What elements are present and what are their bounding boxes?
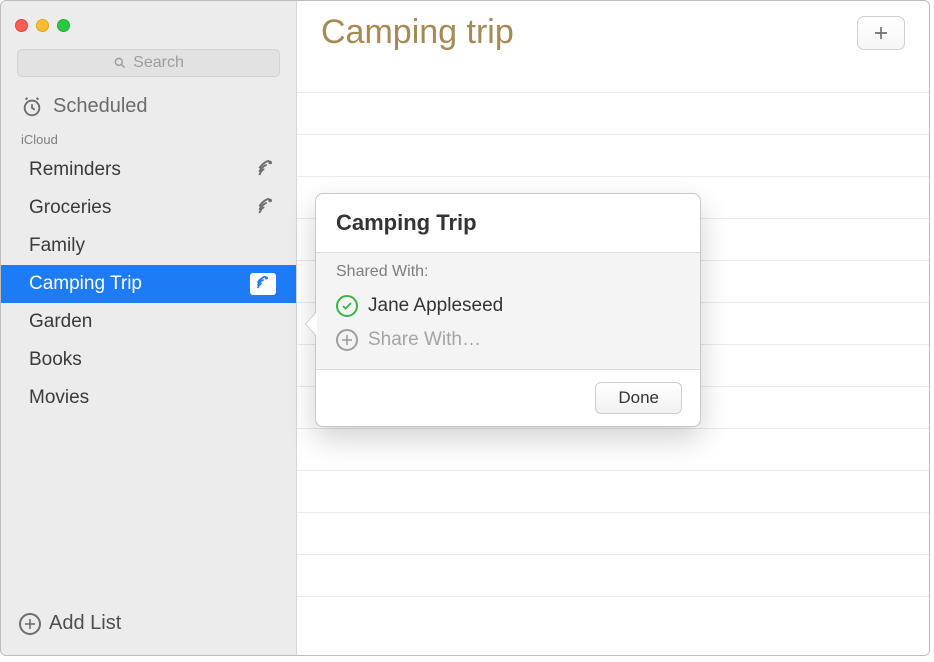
add-reminder-button[interactable]: [857, 16, 905, 50]
page-title: Camping trip: [321, 13, 514, 52]
plus-circle-icon: [336, 329, 358, 351]
share-icon: [256, 160, 276, 180]
account-group-label: iCloud: [1, 130, 296, 151]
sidebar-item-groceries[interactable]: Groceries: [1, 189, 296, 227]
app-window: Search Scheduled iCloud Reminders Grocer…: [0, 0, 930, 656]
share-icon: [255, 276, 271, 292]
window-controls: [15, 19, 70, 32]
popover-title: Camping Trip: [316, 194, 700, 253]
search-input[interactable]: Search: [17, 49, 280, 77]
share-with-placeholder: Share With…: [368, 329, 481, 351]
sidebar-item-family[interactable]: Family: [1, 227, 296, 265]
sidebar-list: Reminders Groceries Family Camping Trip: [1, 151, 296, 417]
shared-person-name: Jane Appleseed: [368, 295, 503, 317]
sidebar-item-movies[interactable]: Movies: [1, 379, 296, 417]
search-icon: [113, 56, 127, 70]
minimize-window-button[interactable]: [36, 19, 49, 32]
sidebar: Search Scheduled iCloud Reminders Grocer…: [1, 1, 297, 655]
list-row[interactable]: [297, 92, 929, 134]
sidebar-item-reminders[interactable]: Reminders: [1, 151, 296, 189]
plus-circle-icon: [19, 613, 41, 635]
sidebar-item-garden[interactable]: Garden: [1, 303, 296, 341]
sidebar-item-label: Groceries: [29, 197, 111, 219]
titlebar: [1, 1, 296, 49]
popover-body: Shared With: Jane Appleseed Share With…: [316, 253, 700, 370]
zoom-window-button[interactable]: [57, 19, 70, 32]
add-list-label: Add List: [49, 612, 121, 635]
list-row[interactable]: [297, 512, 929, 554]
share-icon: [256, 198, 276, 218]
close-window-button[interactable]: [15, 19, 28, 32]
share-with-input[interactable]: Share With…: [336, 323, 680, 357]
sidebar-item-label: Camping Trip: [29, 273, 142, 295]
clock-icon: [21, 96, 43, 118]
sidebar-item-label: Books: [29, 349, 82, 371]
sidebar-item-label: Reminders: [29, 159, 121, 181]
sidebar-item-label: Garden: [29, 311, 92, 333]
main-header: Camping trip: [297, 1, 929, 62]
scheduled-section[interactable]: Scheduled: [1, 87, 296, 130]
list-row[interactable]: [297, 428, 929, 470]
list-row[interactable]: [297, 134, 929, 176]
checkmark-icon: [336, 295, 358, 317]
search-placeholder: Search: [133, 54, 184, 72]
sidebar-item-label: Family: [29, 235, 85, 257]
shared-person-row[interactable]: Jane Appleseed: [336, 289, 680, 323]
share-popover: Camping Trip Shared With: Jane Appleseed…: [315, 193, 701, 427]
list-row[interactable]: [297, 554, 929, 596]
sidebar-item-books[interactable]: Books: [1, 341, 296, 379]
add-list-button[interactable]: Add List: [1, 598, 296, 655]
popover-arrow: [306, 312, 317, 336]
list-row[interactable]: [297, 596, 929, 638]
shared-with-label: Shared With:: [336, 263, 680, 281]
popover-footer: Done: [316, 370, 700, 426]
list-row[interactable]: [297, 470, 929, 512]
done-button[interactable]: Done: [595, 382, 682, 414]
sidebar-item-camping-trip[interactable]: Camping Trip: [1, 265, 296, 303]
scheduled-label: Scheduled: [53, 95, 148, 118]
sidebar-item-label: Movies: [29, 387, 89, 409]
plus-icon: [872, 24, 890, 42]
